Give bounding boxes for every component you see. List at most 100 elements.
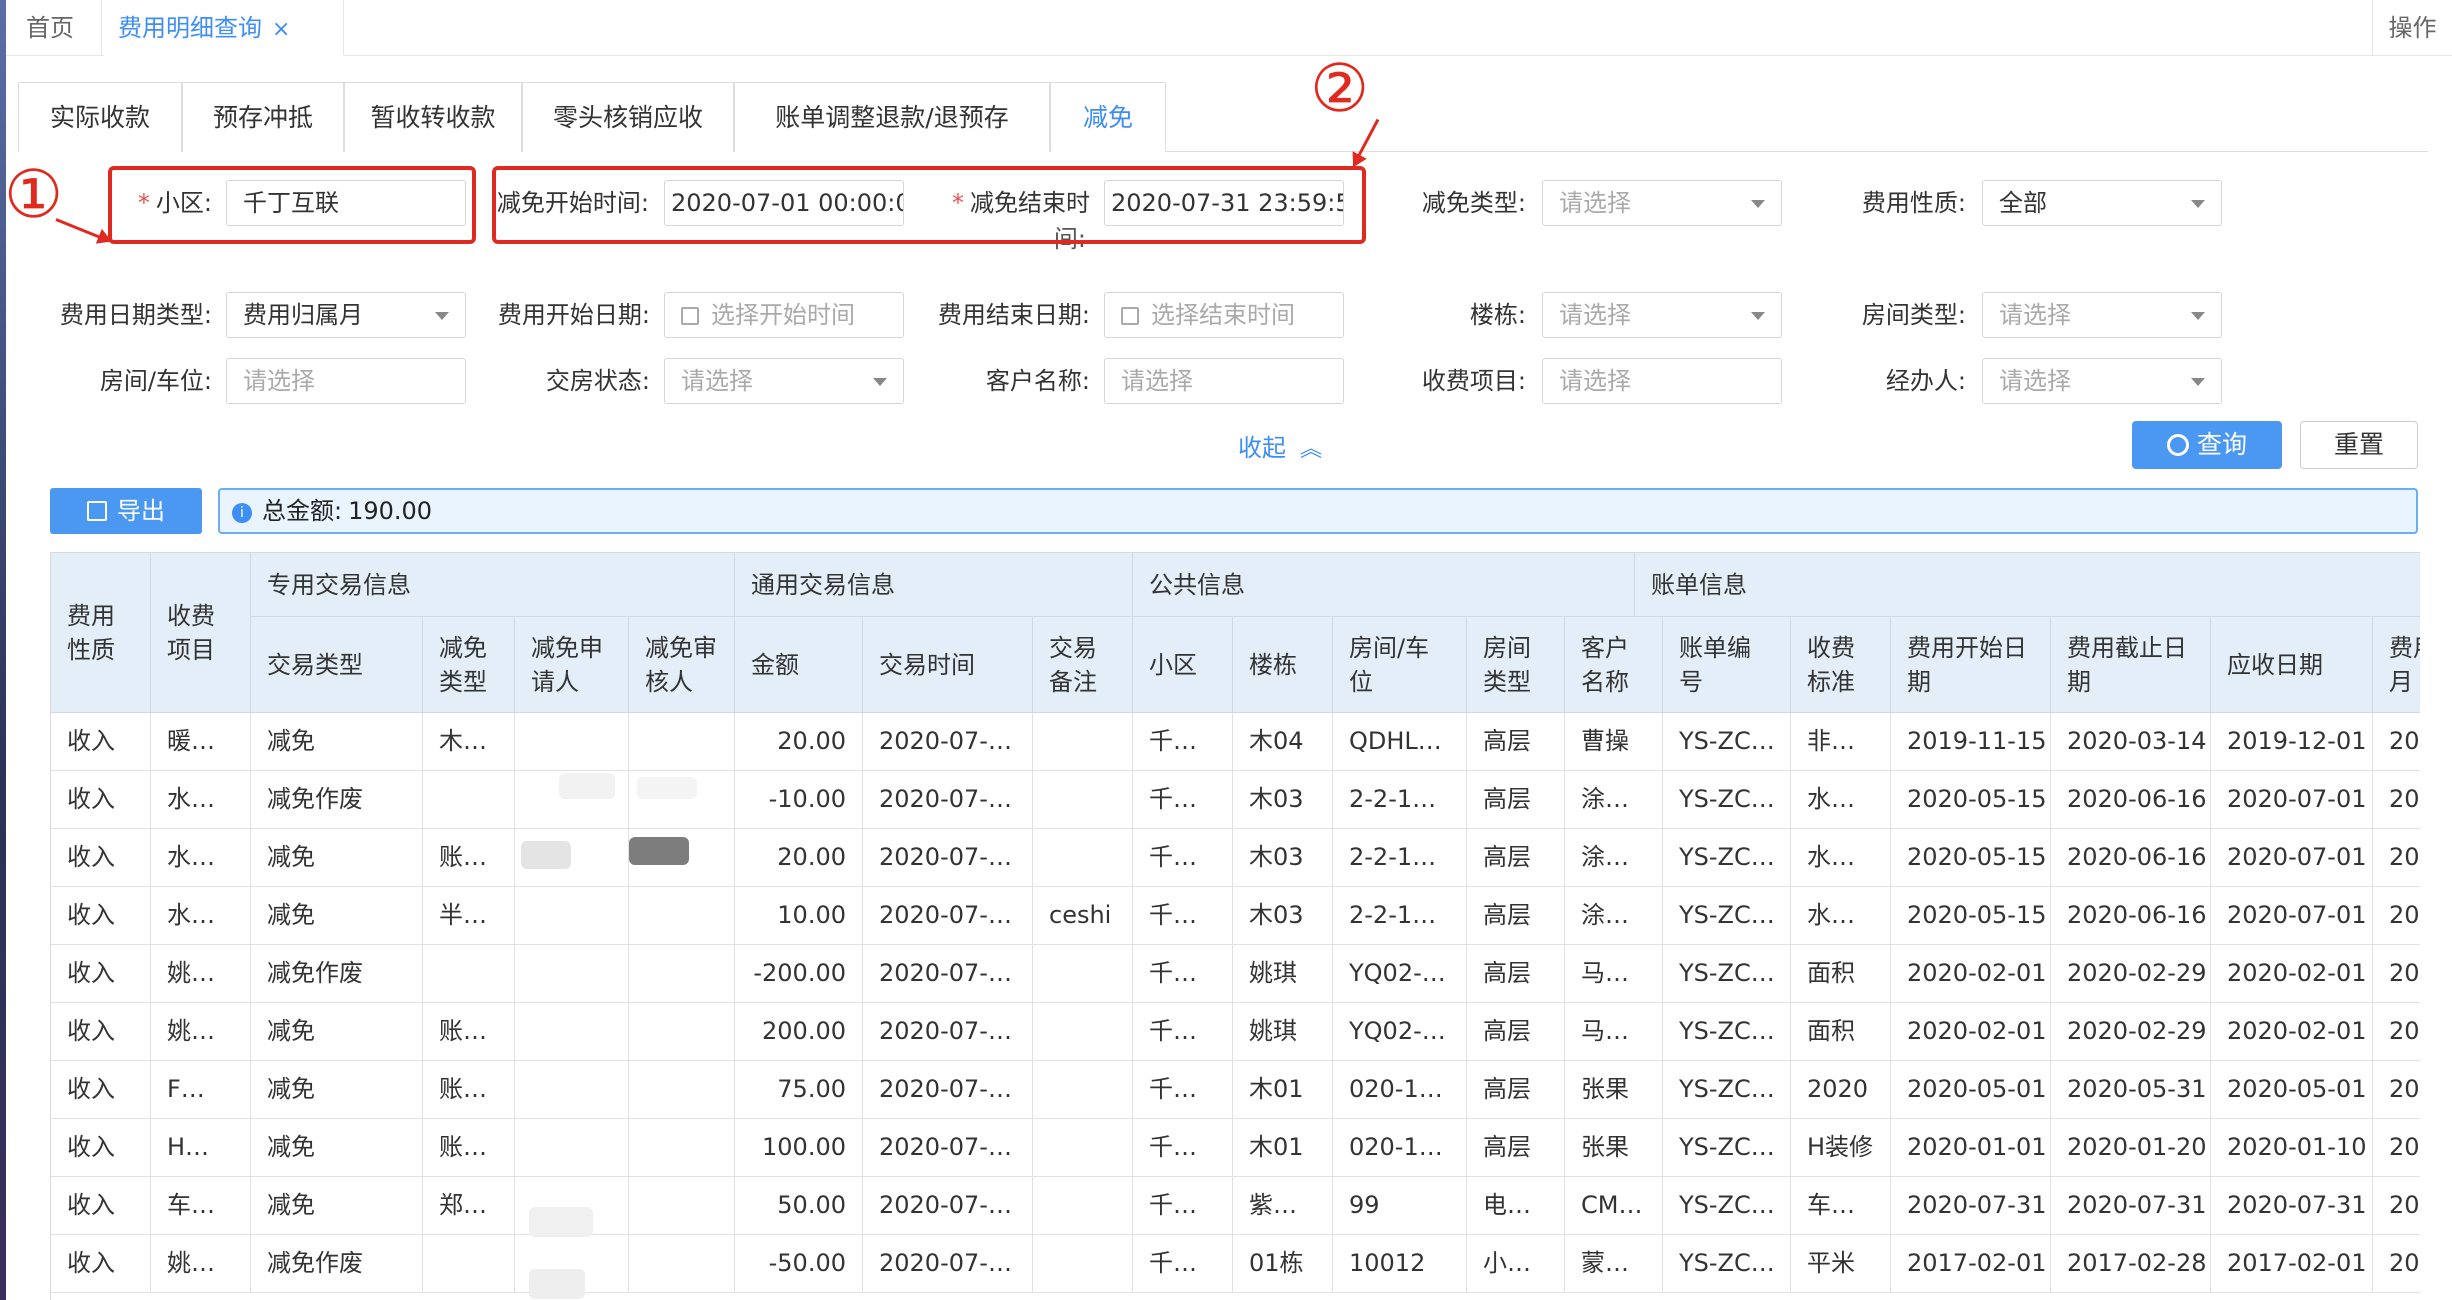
cell-reduce-type: 木… xyxy=(423,713,515,771)
room-type-select[interactable]: 请选择 xyxy=(1982,292,2222,338)
col-fee-end-date: 费用截止日期 xyxy=(2051,617,2211,713)
col-building: 楼栋 xyxy=(1233,617,1333,713)
cell-fee-start-date: 2020-02-01 xyxy=(1891,945,2051,1003)
cell-room-type: 高层 xyxy=(1467,713,1565,771)
cell-bill-no: YS-ZC… xyxy=(1663,829,1791,887)
cell-applicant xyxy=(515,713,629,771)
cell-fee-start-date: 2020-05-15 xyxy=(1891,829,2051,887)
cell-charge-standard: 车… xyxy=(1791,1177,1891,1235)
cell-fee-end-date: 2020-06-16 xyxy=(2051,771,2211,829)
cell-trade-time: 2020-07-… xyxy=(863,1119,1033,1177)
subtab-temp-to-receipt[interactable]: 暂收转收款 xyxy=(344,82,522,152)
cell-room: 020-1… xyxy=(1333,1061,1467,1119)
cell-room-type: 高层 xyxy=(1467,1003,1565,1061)
cell-charge-item: F… xyxy=(151,1061,251,1119)
collapse-toggle[interactable]: 收起 ︽ xyxy=(1238,428,1322,463)
cell-amount: 75.00 xyxy=(735,1061,863,1119)
redacted-cell xyxy=(521,841,571,869)
cell-room-type: 高层 xyxy=(1467,887,1565,945)
export-button[interactable]: 导出 xyxy=(50,488,202,534)
reduce-type-select[interactable]: 请选择 xyxy=(1542,180,1782,226)
subtab-odd-writeoff[interactable]: 零头核销应收 xyxy=(522,82,734,152)
cell-charge-standard: 面积 xyxy=(1791,945,1891,1003)
close-icon[interactable]: × xyxy=(272,17,290,42)
subtab-bill-adjust-refund[interactable]: 账单调整退款/退预存 xyxy=(734,82,1050,152)
handover-status-select[interactable]: 请选择 xyxy=(664,358,904,404)
fee-nature-label: 费用性质: xyxy=(1861,189,1966,217)
cell-customer: 涂… xyxy=(1565,771,1663,829)
fee-start-date-input[interactable]: 选择开始时间 xyxy=(664,292,904,338)
cell-fee-month: 2020 xyxy=(2373,1177,2420,1235)
search-icon xyxy=(2166,434,2189,456)
cell-community: 千… xyxy=(1133,1119,1233,1177)
cell-trade-note xyxy=(1033,1003,1133,1061)
cell-fee-end-date: 2020-01-20 xyxy=(2051,1119,2211,1177)
col-room-type: 房间类型 xyxy=(1467,617,1565,713)
chevron-down-icon xyxy=(1751,312,1765,320)
col-charge-item: 收费项目 xyxy=(151,553,251,713)
cell-fee-end-date: 2020-02-29 xyxy=(2051,1003,2211,1061)
fee-nature-value: 全部 xyxy=(1999,189,2047,217)
charge-item-input[interactable]: 请选择 xyxy=(1542,358,1782,404)
room-input[interactable]: 请选择 xyxy=(226,358,466,404)
cell-charge-standard: 水… xyxy=(1791,829,1891,887)
cell-receivable-date: 2020-01-10 xyxy=(2211,1119,2373,1177)
cell-trade-time: 2020-07-… xyxy=(863,887,1033,945)
cell-fee-nature: 收入 xyxy=(51,829,151,887)
cell-trade-type: 减免 xyxy=(251,829,423,887)
room-type-placeholder: 请选择 xyxy=(1999,301,2071,329)
calendar-icon xyxy=(681,307,699,325)
fee-nature-select[interactable]: 全部 xyxy=(1982,180,2222,226)
cell-room: YQ02-… xyxy=(1333,1003,1467,1061)
tab-fee-detail-query[interactable]: 费用明细查询 × xyxy=(104,0,344,56)
app-root: 首页 费用明细查询 × 操作 实际收款 预存冲抵 暂收转收款 零头核销应收 账单调… xyxy=(0,0,2452,1300)
cell-receivable-date: 2020-07-01 xyxy=(2211,887,2373,945)
subtab-prepaid-offset[interactable]: 预存冲抵 xyxy=(182,82,344,152)
handler-select[interactable]: 请选择 xyxy=(1982,358,2222,404)
cell-bill-no: YS-ZC… xyxy=(1663,1235,1791,1293)
cell-fee-start-date: 2020-05-01 xyxy=(1891,1061,2051,1119)
cell-reviewer xyxy=(629,887,735,945)
subtab-actual-receipt[interactable]: 实际收款 xyxy=(18,82,182,152)
cell-trade-type: 减免 xyxy=(251,1177,423,1235)
col-amount: 金额 xyxy=(735,617,863,713)
col-customer: 客户名称 xyxy=(1565,617,1663,713)
subtab-reduction[interactable]: 减免 xyxy=(1050,82,1166,153)
cell-amount: -10.00 xyxy=(735,771,863,829)
date-type-select[interactable]: 费用归属月 xyxy=(226,292,466,338)
reset-button[interactable]: 重置 xyxy=(2300,421,2418,469)
cell-community: 千… xyxy=(1133,1061,1233,1119)
export-label: 导出 xyxy=(117,497,165,525)
fee-end-date-label: 费用结束日期: xyxy=(937,301,1090,329)
operations-menu[interactable]: 操作 xyxy=(2372,0,2452,56)
fee-end-date-input[interactable]: 选择结束时间 xyxy=(1104,292,1344,338)
calendar-icon xyxy=(1121,307,1139,325)
cell-charge-item: 姚… xyxy=(151,945,251,1003)
annotation-box-2 xyxy=(492,166,1366,244)
cell-trade-type: 减免 xyxy=(251,887,423,945)
tab-home[interactable]: 首页 xyxy=(12,0,102,56)
redacted-cell xyxy=(559,773,615,799)
cell-trade-time: 2020-07-… xyxy=(863,1177,1033,1235)
cell-charge-item: H… xyxy=(151,1119,251,1177)
col-charge-standard: 收费标准 xyxy=(1791,617,1891,713)
cell-room-type: 高层 xyxy=(1467,1119,1565,1177)
cell-reviewer xyxy=(629,1119,735,1177)
cell-bill-no: YS-ZC… xyxy=(1663,1119,1791,1177)
cell-building: 木01 xyxy=(1233,1061,1333,1119)
building-select[interactable]: 请选择 xyxy=(1542,292,1782,338)
cell-bill-no: YS-ZC… xyxy=(1663,1177,1791,1235)
cell-trade-type: 减免 xyxy=(251,713,423,771)
cell-receivable-date: 2020-02-01 xyxy=(2211,1003,2373,1061)
cell-room: 020-1… xyxy=(1333,1119,1467,1177)
cell-bill-no: YS-ZC… xyxy=(1663,771,1791,829)
handler-label: 经办人: xyxy=(1885,367,1966,395)
cell-trade-note: ceshi xyxy=(1033,887,1133,945)
cell-building: 木04 xyxy=(1233,713,1333,771)
cell-reduce-type: 账… xyxy=(423,1119,515,1177)
customer-name-input[interactable]: 请选择 xyxy=(1104,358,1344,404)
cell-trade-time: 2020-07-… xyxy=(863,713,1033,771)
cell-reduce-type: 半… xyxy=(423,887,515,945)
query-button[interactable]: 查询 xyxy=(2132,421,2282,469)
cell-fee-nature: 收入 xyxy=(51,1061,151,1119)
